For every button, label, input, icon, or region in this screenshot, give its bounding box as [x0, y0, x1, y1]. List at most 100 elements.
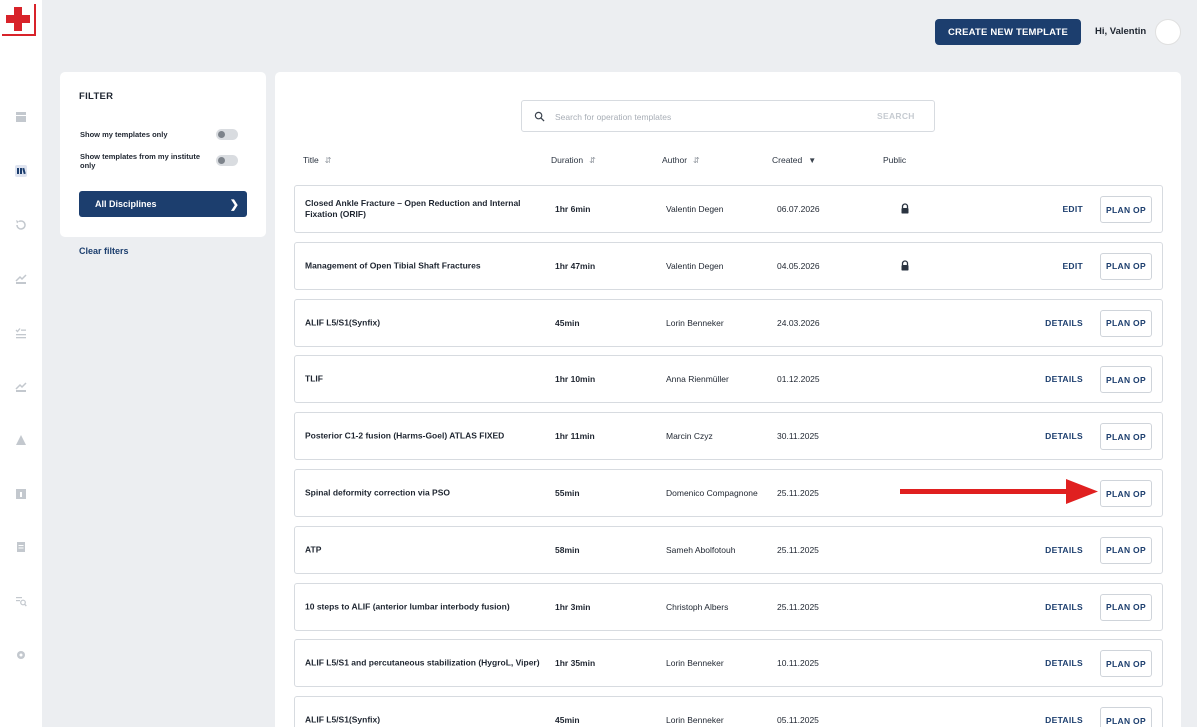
details-link[interactable]: DETAILS	[1045, 431, 1083, 441]
toggle-institute-templates[interactable]	[216, 155, 238, 166]
logo[interactable]	[2, 4, 36, 36]
row-author: Valentin Degen	[666, 260, 724, 271]
plan-op-button[interactable]: PLAN OP	[1100, 252, 1152, 280]
row-title[interactable]: ALIF L5/S1 and percutaneous stabilizatio…	[305, 658, 549, 669]
table-row[interactable]: ALIF L5/S1(Synfix) 45min Lorin Benneker …	[294, 298, 1163, 347]
gear-icon[interactable]	[14, 648, 28, 662]
warning-icon[interactable]	[14, 433, 28, 447]
plan-op-button[interactable]: PLAN OP	[1100, 196, 1152, 223]
column-header-duration[interactable]: Duration ⇵	[551, 155, 596, 165]
row-author: Anna Rienmüller	[666, 374, 729, 385]
hands-icon[interactable]	[14, 272, 28, 286]
row-title[interactable]: ALIF L5/S1(Synfix)	[305, 317, 549, 328]
row-author: Christoph Albers	[666, 601, 729, 612]
sort-icon: ⇵	[324, 155, 332, 165]
edit-link[interactable]: EDIT	[1062, 204, 1083, 214]
document-icon[interactable]	[14, 540, 28, 554]
table-icon[interactable]	[14, 110, 28, 124]
search-input[interactable]: Search for operation templates	[555, 112, 671, 122]
plan-op-button[interactable]: PLAN OP	[1100, 309, 1152, 337]
hands-icon[interactable]	[14, 380, 28, 394]
plan-op-button[interactable]: PLAN OP	[1100, 423, 1152, 451]
table-row[interactable]: Closed Ankle Fracture – Open Reduction a…	[294, 185, 1163, 233]
sort-desc-icon: ▼	[808, 155, 817, 165]
plan-op-button[interactable]: PLAN OP	[1100, 650, 1152, 678]
lock-icon	[901, 260, 909, 271]
row-title[interactable]: Management of Open Tibial Shaft Fracture…	[305, 260, 549, 271]
row-title[interactable]: Spinal deformity correction via PSO	[305, 488, 549, 499]
row-title[interactable]: Posterior C1-2 fusion (Harms-Goel) ATLAS…	[305, 431, 549, 442]
plan-op-button[interactable]: PLAN OP	[1100, 480, 1152, 507]
row-author: Lorin Benneker	[666, 317, 724, 328]
row-title[interactable]: ALIF L5/S1(Synfix)	[305, 715, 549, 726]
sort-icon: ⇵	[589, 155, 596, 165]
table-row[interactable]: 10 steps to ALIF (anterior lumbar interb…	[294, 582, 1163, 631]
details-link[interactable]: DETAILS	[1045, 602, 1083, 612]
row-title[interactable]: TLIF	[305, 374, 549, 385]
user-greeting: Hi, Valentin	[1095, 26, 1147, 37]
row-duration: 55min	[555, 488, 580, 498]
row-created: 10.11.2025	[777, 658, 819, 669]
row-created: 30.11.2025	[777, 431, 819, 442]
plan-op-button[interactable]: PLAN OP	[1100, 593, 1152, 621]
all-disciplines-label: All Disciplines	[95, 199, 157, 209]
table-row[interactable]: Posterior C1-2 fusion (Harms-Goel) ATLAS…	[294, 412, 1163, 461]
edit-link[interactable]: EDIT	[1062, 261, 1083, 271]
clear-filters-link[interactable]: Clear filters	[79, 246, 129, 256]
create-new-template-button[interactable]: CREATE NEW TEMPLATE	[935, 19, 1081, 45]
row-created: 25.11.2025	[777, 601, 819, 612]
details-link[interactable]: DETAILS	[1045, 658, 1083, 668]
row-duration: 1hr 10min	[555, 374, 596, 385]
details-link[interactable]: DETAILS	[1045, 318, 1083, 328]
chevron-right-icon: ❯	[229, 199, 239, 211]
row-title[interactable]: Closed Ankle Fracture – Open Reduction a…	[305, 198, 549, 220]
plan-op-button[interactable]: PLAN OP	[1100, 366, 1152, 394]
column-header-created[interactable]: Created ▼	[772, 155, 816, 165]
search-icon	[534, 111, 545, 122]
row-duration: 1hr 6min	[555, 204, 591, 214]
row-created: 24.03.2026	[777, 317, 820, 328]
details-link[interactable]: DETAILS	[1045, 545, 1083, 555]
row-created: 25.11.2025	[777, 488, 819, 498]
row-title[interactable]: 10 steps to ALIF (anterior lumbar interb…	[305, 601, 549, 612]
table-row[interactable]: ALIF L5/S1 and percutaneous stabilizatio…	[294, 639, 1163, 688]
table-row[interactable]: ALIF L5/S1(Synfix) 45min Lorin Benneker …	[294, 696, 1163, 727]
templates-panel: Search for operation templates SEARCH Ti…	[275, 72, 1181, 727]
row-duration: 45min	[555, 715, 580, 726]
row-duration: 45min	[555, 317, 580, 328]
lock-icon	[901, 203, 909, 214]
search-box[interactable]: Search for operation templates SEARCH	[521, 100, 935, 132]
checklist-icon[interactable]	[14, 326, 28, 340]
column-header-public: Public	[883, 155, 907, 165]
sort-icon: ⇵	[693, 155, 700, 165]
history-icon[interactable]	[14, 218, 28, 232]
table-row[interactable]: Spinal deformity correction via PSO 55mi…	[294, 469, 1163, 517]
row-created: 05.11.2025	[777, 715, 819, 726]
table-row[interactable]: TLIF 1hr 10min Anna Rienmüller 01.12.202…	[294, 355, 1163, 404]
details-link[interactable]: DETAILS	[1045, 374, 1083, 384]
row-author: Lorin Benneker	[666, 715, 724, 726]
row-created: 06.07.2026	[777, 204, 820, 214]
toggle-my-templates[interactable]	[216, 129, 238, 140]
filter-title: FILTER	[79, 91, 114, 102]
avatar[interactable]	[1155, 19, 1181, 45]
table-row[interactable]: ATP 58min Sameh Abolfotouh 25.11.2025 DE…	[294, 525, 1163, 574]
column-header-author[interactable]: Author ⇵	[662, 155, 700, 165]
row-duration: 1hr 35min	[555, 658, 596, 669]
row-author: Sameh Abolfotouh	[666, 544, 736, 555]
row-duration: 1hr 11min	[555, 431, 595, 442]
search-list-icon[interactable]	[14, 594, 28, 608]
row-title[interactable]: ATP	[305, 544, 549, 555]
row-author: Domenico Compagnone	[666, 488, 758, 498]
details-link[interactable]: DETAILS	[1045, 715, 1083, 725]
all-disciplines-button[interactable]: All Disciplines ❯	[79, 191, 247, 217]
column-header-title[interactable]: Title ⇵	[303, 155, 331, 165]
plan-op-button[interactable]: PLAN OP	[1100, 707, 1152, 727]
stats-icon[interactable]	[14, 487, 28, 501]
row-duration: 58min	[555, 544, 580, 555]
row-duration: 1hr 47min	[555, 260, 596, 271]
search-button[interactable]: SEARCH	[877, 111, 915, 121]
plan-op-button[interactable]: PLAN OP	[1100, 536, 1152, 564]
library-icon[interactable]	[14, 164, 28, 178]
table-row[interactable]: Management of Open Tibial Shaft Fracture…	[294, 241, 1163, 290]
